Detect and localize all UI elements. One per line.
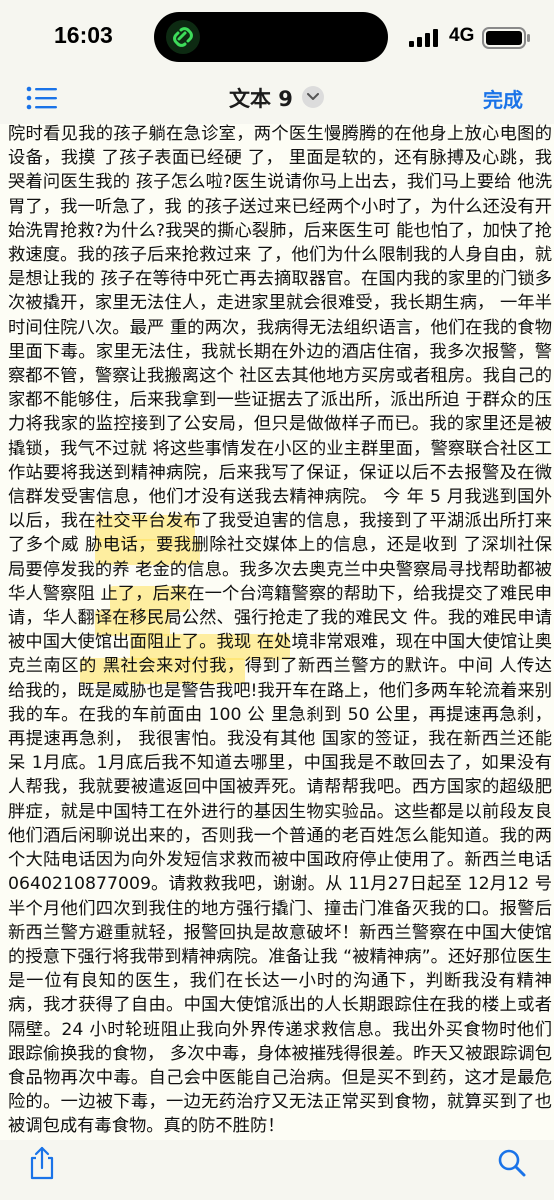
- link-activity-icon: [166, 20, 200, 54]
- battery-icon: [482, 27, 530, 49]
- status-time: 16:03: [54, 22, 113, 48]
- search-icon[interactable]: [497, 1148, 527, 1178]
- document-body[interactable]: 院时看见我的孩子躺在急诊室，两个医生慢腾腾的在他身上放心电图的设备，我摸 了孩子…: [0, 124, 554, 1140]
- status-bar: 16:03 4G: [0, 0, 554, 72]
- bottom-toolbar: [0, 1140, 554, 1200]
- chevron-down-icon[interactable]: [302, 86, 324, 108]
- list-icon[interactable]: [26, 86, 58, 110]
- network-type: 4G: [449, 25, 475, 46]
- done-button[interactable]: 完成: [483, 84, 523, 113]
- share-icon[interactable]: [28, 1146, 56, 1180]
- top-toolbar: 文本 9 完成: [0, 72, 554, 124]
- document-text[interactable]: 院时看见我的孩子躺在急诊室，两个医生慢腾腾的在他身上放心电图的设备，我摸 了孩子…: [8, 124, 552, 1139]
- document-title[interactable]: 文本 9: [229, 83, 293, 113]
- signal-icon: [409, 29, 438, 47]
- dynamic-island: [154, 12, 388, 62]
